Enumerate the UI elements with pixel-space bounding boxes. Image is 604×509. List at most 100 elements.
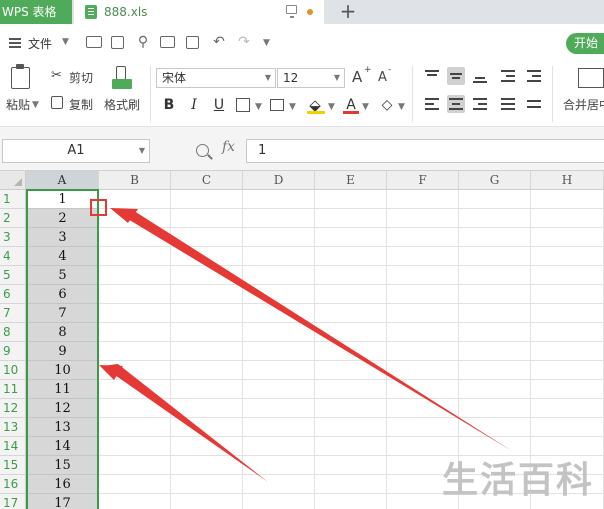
- new-tab-button[interactable]: +: [338, 0, 358, 24]
- tab-file-888[interactable]: 888.xls: [74, 0, 324, 24]
- paste-chevron-icon[interactable]: ▼: [32, 100, 39, 110]
- copy-button[interactable]: 复制: [69, 96, 93, 113]
- fx-icon[interactable]: fx: [222, 139, 235, 155]
- row-header-1[interactable]: 1: [0, 190, 26, 209]
- row-header-11[interactable]: 11: [0, 380, 26, 399]
- shrink-font-button[interactable]: A: [378, 70, 387, 85]
- borders-icon[interactable]: [236, 98, 250, 112]
- column-header-c[interactable]: C: [171, 171, 243, 190]
- cell-style-chevron-icon[interactable]: ▼: [289, 102, 296, 112]
- bold-button[interactable]: B: [160, 96, 178, 114]
- search-doc-icon[interactable]: ⚲: [135, 34, 151, 50]
- redo-icon[interactable]: ↷: [236, 34, 252, 50]
- grow-font-button[interactable]: A: [352, 68, 362, 86]
- cell-a12[interactable]: 12: [27, 399, 98, 418]
- decrease-indent-icon[interactable]: [499, 67, 517, 85]
- row-header-12[interactable]: 12: [0, 399, 26, 418]
- justify-icon[interactable]: [499, 95, 517, 113]
- print-preview-icon[interactable]: [186, 36, 199, 49]
- underline-button[interactable]: U: [210, 96, 228, 114]
- align-center-icon[interactable]: [447, 95, 465, 113]
- undo-icon[interactable]: ↶: [211, 34, 227, 50]
- cell-a7[interactable]: 7: [27, 304, 98, 323]
- customize-chevron-icon[interactable]: ▼: [263, 38, 270, 48]
- column-header-e[interactable]: E: [315, 171, 387, 190]
- eraser-chevron-icon[interactable]: ▼: [398, 102, 405, 112]
- cell-a1[interactable]: 1: [27, 190, 98, 209]
- cell-a13[interactable]: 13: [27, 418, 98, 437]
- cell-a9[interactable]: 9: [27, 342, 98, 361]
- cut-button[interactable]: 剪切: [69, 69, 93, 86]
- column-header-f[interactable]: F: [387, 171, 459, 190]
- cell-a17[interactable]: 17: [27, 494, 98, 509]
- save-icon[interactable]: [111, 36, 124, 49]
- row-header-16[interactable]: 16: [0, 475, 26, 494]
- hamburger-icon[interactable]: [9, 38, 21, 40]
- format-painter-button[interactable]: 格式刷: [104, 96, 140, 113]
- font-color-chevron-icon[interactable]: ▼: [362, 102, 369, 112]
- distributed-align-icon[interactable]: [525, 95, 543, 113]
- zoom-icon[interactable]: [196, 144, 209, 157]
- row-header-7[interactable]: 7: [0, 304, 26, 323]
- paste-button[interactable]: 粘贴: [6, 96, 30, 113]
- cell-a10[interactable]: 10: [27, 361, 98, 380]
- align-top-icon[interactable]: [423, 67, 441, 85]
- cell-a4[interactable]: 4: [27, 247, 98, 266]
- font-size-select[interactable]: 12 ▼: [277, 68, 345, 88]
- format-painter-icon[interactable]: [112, 66, 132, 90]
- row-header-15[interactable]: 15: [0, 456, 26, 475]
- cell-a5[interactable]: 5: [27, 266, 98, 285]
- tab-wps-home[interactable]: WPS 表格: [0, 0, 72, 24]
- cell-a16[interactable]: 16: [27, 475, 98, 494]
- shrink-font-minus-icon: -: [388, 65, 392, 75]
- font-name-select[interactable]: 宋体 ▼: [156, 68, 276, 88]
- fill-color-chevron-icon[interactable]: ▼: [328, 102, 335, 112]
- italic-button[interactable]: I: [185, 96, 203, 114]
- cell-style-icon[interactable]: [270, 99, 284, 111]
- formula-input[interactable]: 1: [246, 139, 604, 163]
- row-gridline: [26, 284, 604, 285]
- cell-a6[interactable]: 6: [27, 285, 98, 304]
- align-bottom-icon[interactable]: [471, 67, 489, 85]
- open-folder-icon[interactable]: [86, 36, 102, 48]
- cell-a14[interactable]: 14: [27, 437, 98, 456]
- row-header-9[interactable]: 9: [0, 342, 26, 361]
- column-header-b[interactable]: B: [99, 171, 171, 190]
- name-box[interactable]: A1 ▼: [2, 139, 150, 163]
- file-menu[interactable]: 文件: [28, 35, 52, 52]
- eraser-icon[interactable]: ◇: [378, 96, 396, 114]
- align-middle-icon[interactable]: [447, 67, 465, 85]
- column-header-h[interactable]: H: [531, 171, 604, 190]
- column-header-g[interactable]: G: [459, 171, 531, 190]
- row-header-5[interactable]: 5: [0, 266, 26, 285]
- print-icon[interactable]: [160, 36, 175, 48]
- increase-indent-icon[interactable]: [525, 67, 543, 85]
- monitor-icon[interactable]: [286, 5, 297, 18]
- cell-a2[interactable]: 2: [27, 209, 98, 228]
- select-all-corner[interactable]: [0, 171, 26, 190]
- row-header-2[interactable]: 2: [0, 209, 26, 228]
- row-header-17[interactable]: 17: [0, 494, 26, 509]
- cell-a15[interactable]: 15: [27, 456, 98, 475]
- row-header-4[interactable]: 4: [0, 247, 26, 266]
- column-header-a[interactable]: A: [26, 171, 99, 190]
- row-header-13[interactable]: 13: [0, 418, 26, 437]
- row-header-6[interactable]: 6: [0, 285, 26, 304]
- align-right-icon[interactable]: [471, 95, 489, 113]
- paste-icon[interactable]: [11, 64, 30, 89]
- cell-a3[interactable]: 3: [27, 228, 98, 247]
- cell-a8[interactable]: 8: [27, 323, 98, 342]
- chevron-down-icon[interactable]: ▼: [62, 37, 69, 47]
- merge-center-button[interactable]: 合并居中: [563, 96, 604, 113]
- row-header-8[interactable]: 8: [0, 323, 26, 342]
- row-header-10[interactable]: 10: [0, 361, 26, 380]
- cell-a11[interactable]: 11: [27, 380, 98, 399]
- column-header-d[interactable]: D: [243, 171, 315, 190]
- row-header-3[interactable]: 3: [0, 228, 26, 247]
- borders-chevron-icon[interactable]: ▼: [255, 102, 262, 112]
- merge-center-icon[interactable]: [578, 68, 604, 88]
- font-size-value: 12: [283, 71, 299, 85]
- align-left-icon[interactable]: [423, 95, 441, 113]
- start-tab[interactable]: 开始: [566, 33, 604, 54]
- row-header-14[interactable]: 14: [0, 437, 26, 456]
